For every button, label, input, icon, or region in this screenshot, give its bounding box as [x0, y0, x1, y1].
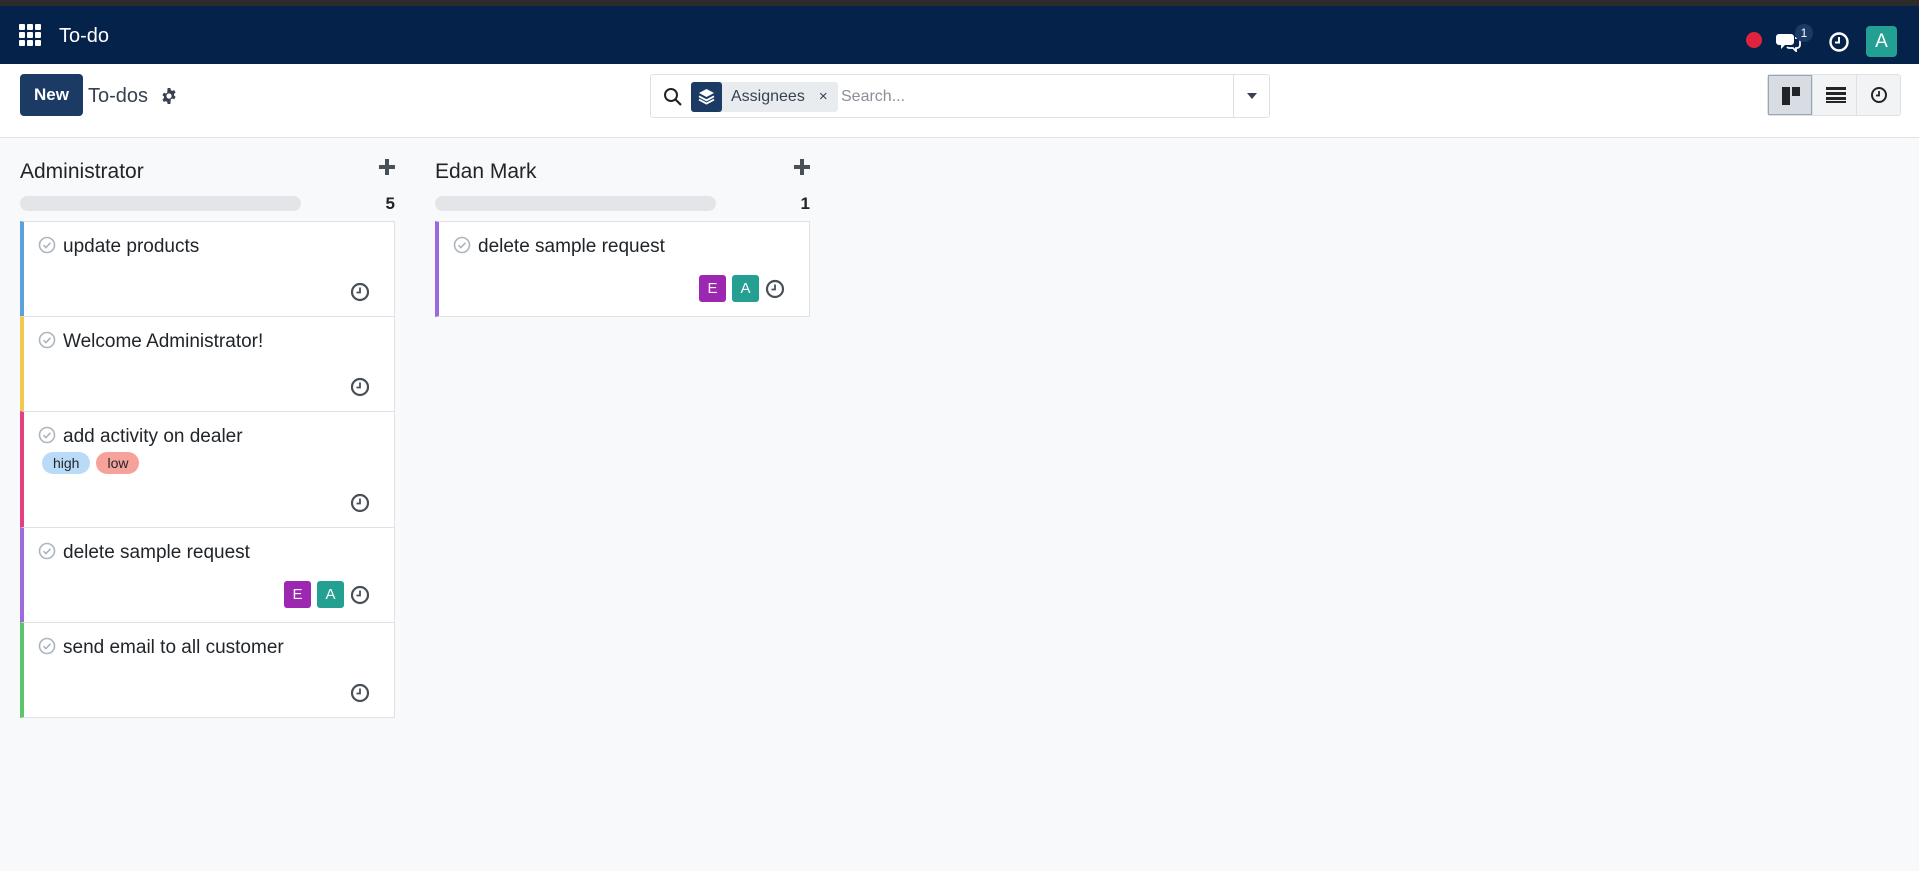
card-footer: EA [699, 275, 785, 302]
column-header: Administrator 5 [20, 138, 395, 222]
activity-clock-icon[interactable] [350, 493, 370, 513]
app-title[interactable]: To-do [59, 24, 109, 48]
top-navbar: To-do 1 A [0, 6, 1919, 64]
card-footer: EA [284, 581, 370, 608]
search-icon[interactable] [663, 87, 683, 107]
card-title: update products [63, 236, 200, 257]
column-cards: update products Welcome Administrator! add… [20, 221, 395, 718]
column-count: 5 [385, 194, 395, 213]
todo-card[interactable]: add activity on dealer high low [20, 411, 395, 528]
card-title: send email to all customer [63, 637, 284, 658]
kanban-column: Edan Mark 1 delete sample request E A [435, 138, 810, 317]
column-title[interactable]: Administrator [20, 159, 144, 185]
activity-clock-icon[interactable] [350, 282, 370, 302]
mark-done-check-icon[interactable] [38, 542, 56, 560]
breadcrumb-title: To-dos [88, 85, 149, 107]
card-title: add activity on dealer [63, 426, 243, 447]
search-options-toggle[interactable] [1233, 75, 1269, 117]
activity-clock-icon[interactable] [765, 279, 785, 299]
assignee-avatar[interactable]: E [284, 581, 311, 608]
gear-icon[interactable] [160, 87, 178, 105]
todo-card[interactable]: delete sample request E A [20, 527, 395, 623]
mark-done-check-icon[interactable] [38, 331, 56, 349]
tag-badge: low [96, 452, 140, 474]
assignee-avatar[interactable]: E [699, 275, 726, 302]
activity-view-button[interactable] [1856, 75, 1900, 115]
search-facet-assignees: Assignees × [691, 82, 838, 112]
facet-remove-button[interactable]: × [815, 82, 838, 112]
card-title: delete sample request [63, 542, 250, 563]
todo-card[interactable]: delete sample request E A [435, 221, 810, 317]
todo-card[interactable]: update products [20, 221, 395, 317]
card-footer [350, 377, 370, 397]
mark-done-check-icon[interactable] [38, 236, 56, 254]
mark-done-check-icon[interactable] [38, 637, 56, 655]
activity-clock-icon[interactable] [1828, 31, 1850, 53]
clock-icon [1871, 87, 1887, 103]
column-header: Edan Mark 1 [435, 138, 810, 222]
chat-count-badge: 1 [1795, 24, 1813, 42]
column-progress-bar[interactable] [435, 196, 716, 211]
tag-badge: high [42, 452, 91, 474]
list-icon [1826, 87, 1846, 103]
quick-add-icon[interactable] [794, 159, 810, 175]
quick-add-icon[interactable] [379, 159, 395, 175]
column-cards: delete sample request E A [435, 221, 810, 317]
search-input[interactable] [841, 83, 1221, 111]
card-title: delete sample request [478, 236, 665, 257]
mark-done-check-icon[interactable] [38, 426, 56, 444]
mark-done-check-icon[interactable] [453, 236, 471, 254]
search-bar: Assignees × [650, 74, 1270, 118]
group-by-layers-icon [691, 82, 722, 112]
new-button[interactable]: New [20, 74, 83, 116]
user-avatar[interactable]: A [1866, 26, 1897, 57]
column-progress-bar[interactable] [20, 196, 301, 211]
kanban-icon [1782, 87, 1800, 105]
todo-card[interactable]: send email to all customer [20, 622, 395, 718]
card-footer [350, 683, 370, 703]
facet-label: Assignees [731, 88, 805, 105]
kanban-column: Administrator 5 update products Welcome A… [20, 138, 395, 718]
activity-clock-icon[interactable] [350, 377, 370, 397]
todo-card[interactable]: Welcome Administrator! [20, 316, 395, 412]
activity-clock-icon[interactable] [350, 683, 370, 703]
recording-indicator-icon[interactable] [1746, 32, 1762, 48]
column-title[interactable]: Edan Mark [435, 159, 537, 185]
list-view-button[interactable] [1812, 75, 1856, 115]
card-tags: high low [42, 452, 140, 474]
card-footer [350, 493, 370, 513]
card-title: Welcome Administrator! [63, 331, 264, 352]
view-switcher [1767, 74, 1901, 116]
app-menu-icon[interactable] [19, 24, 41, 46]
activity-clock-icon[interactable] [350, 585, 370, 605]
assignee-avatar[interactable]: A [317, 581, 344, 608]
card-footer [350, 282, 370, 302]
assignee-avatar[interactable]: A [732, 275, 759, 302]
kanban-view-button[interactable] [1768, 75, 1812, 115]
control-panel: New To-dos Assignees × [0, 64, 1919, 138]
column-count: 1 [800, 194, 810, 213]
